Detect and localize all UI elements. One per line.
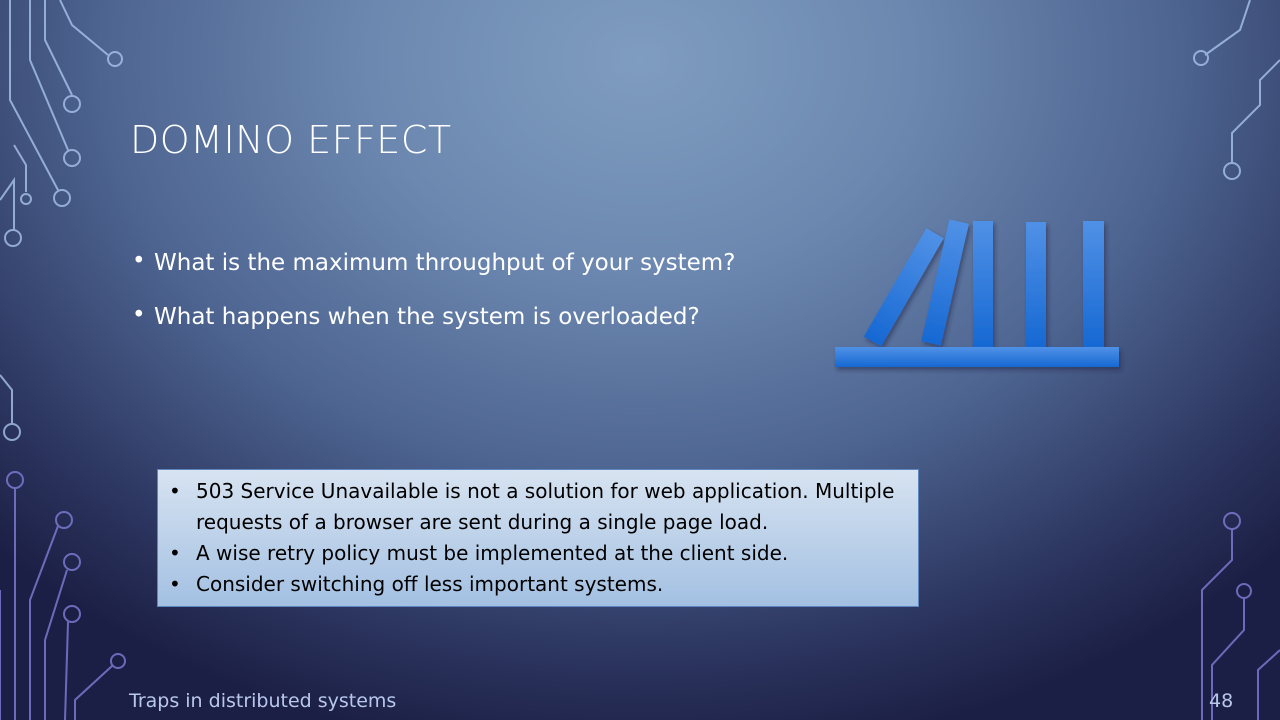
note-item: A wise retry policy must be implemented … <box>158 538 918 569</box>
note-item: 503 Service Unavailable is not a solutio… <box>158 476 918 538</box>
slide-footer: Traps in distributed systems <box>129 690 397 712</box>
domino-illustration <box>835 219 1119 367</box>
note-box: 503 Service Unavailable is not a solutio… <box>157 469 919 607</box>
domino-standing <box>1026 222 1046 348</box>
domino-standing <box>973 221 993 348</box>
note-item: Consider switching off less important sy… <box>158 569 918 600</box>
page-number: 48 <box>1209 690 1234 712</box>
domino-base <box>835 347 1119 367</box>
domino-standing <box>1083 221 1104 348</box>
